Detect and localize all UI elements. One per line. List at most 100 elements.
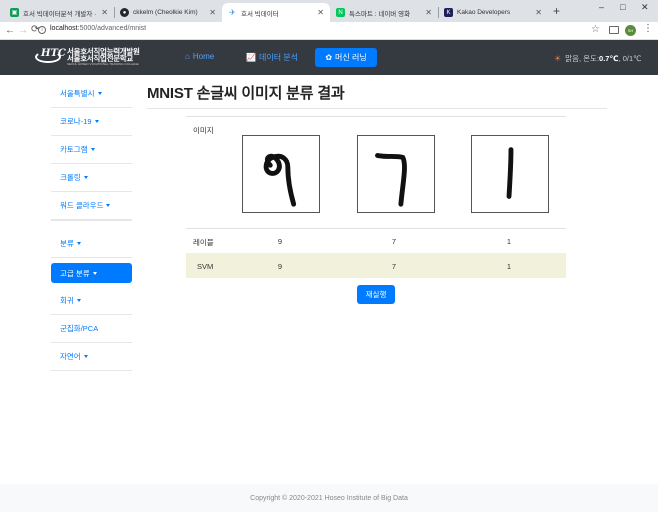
sidebar-item-label: 서울특별시 [60, 89, 95, 98]
close-tab-icon[interactable]: ✕ [101, 8, 108, 17]
close-tab-icon[interactable]: ✕ [425, 8, 432, 17]
caret-down-icon [76, 299, 81, 302]
address-bar: ← → ⟳ i localhost:5000/advanced/mnist ☆ … [0, 22, 658, 40]
svm-value: 1 [506, 262, 512, 271]
sidebar-item-label: 자연어 [60, 352, 81, 361]
maximize-icon[interactable]: □ [620, 2, 625, 12]
back-icon[interactable]: ← [5, 25, 15, 36]
rerun-button[interactable]: 재실행 [357, 285, 395, 304]
mnist-image-9 [242, 135, 320, 213]
sidebar-item[interactable]: 고급 분류 [51, 263, 132, 283]
minimize-icon[interactable]: – [599, 2, 604, 12]
nav-home-label: Home [192, 52, 215, 61]
sidebar-item-label: 코로나-19 [60, 117, 92, 126]
weather-temp: 0.7℃ [599, 54, 619, 63]
github-icon: ● [120, 8, 129, 17]
sidebar-item[interactable]: 분류 [51, 230, 132, 258]
naver-icon: N [336, 8, 345, 17]
sidebar-item-label: 고급 분류 [60, 268, 90, 278]
nav-home[interactable]: ⌂ Home [185, 52, 214, 61]
sun-icon: ☀ [554, 54, 562, 63]
caret-down-icon [106, 204, 111, 207]
close-tab-icon[interactable]: ✕ [209, 8, 216, 17]
browser-tab[interactable]: N 특스마트 : 네이버 영화 ✕ [330, 3, 438, 22]
sidebar-item-label: 군집화/PCA [60, 324, 99, 333]
sidebar-item[interactable]: 워드 클라우드 [51, 192, 132, 220]
url-field[interactable]: localhost:5000/advanced/mnist [50, 25, 146, 32]
sidebar-item-label: 크롤링 [60, 173, 81, 182]
sidebar-item[interactable]: 코로나-19 [51, 108, 132, 136]
label-value: 9 [277, 237, 283, 246]
caret-down-icon [90, 148, 95, 151]
browser-menu-icon[interactable]: ⋮ [643, 23, 653, 34]
nav-machine-learning-label: 머신 러닝 [335, 53, 367, 62]
forward-icon[interactable]: → [18, 25, 28, 36]
browser-tab-active[interactable]: ✈ 호서 빅데이터 ✕ [222, 3, 330, 22]
tab-title: 호서 빅데이터 [241, 10, 279, 18]
footer: Copyright © 2020-2021 Hoseo Institute of… [0, 484, 658, 512]
sidebar-item-label: 워드 클라우드 [60, 201, 104, 210]
profile-avatar[interactable]: SH [625, 25, 636, 36]
caret-down-icon [92, 271, 97, 275]
kakao-icon: K [444, 8, 453, 17]
label-value: 7 [391, 237, 397, 246]
logo-line-3: SEOUL HOSEO VOCATIONAL TRAINING COLLEGE [67, 62, 139, 67]
browser-tab[interactable]: ▣ 호서 빅데이터분석 개발자 · ✕ [4, 3, 114, 22]
home-icon: ⌂ [185, 52, 190, 61]
label-row-label: 레이블 [193, 238, 214, 247]
top-navbar: HTC 서울호서직업능력개발원 서울호서직업전문학교 SEOUL HOSEO V… [0, 40, 658, 75]
svm-value: 7 [391, 262, 397, 271]
tab-favicon-icon: ✈ [229, 8, 236, 17]
table-row-border [186, 228, 566, 229]
caret-down-icon [83, 355, 88, 358]
mnist-image-7 [357, 135, 435, 213]
label-value: 1 [506, 237, 512, 246]
sidebar-item[interactable]: 자연어 [51, 343, 132, 371]
tab-title: 특스마트 : 네이버 영화 [349, 10, 411, 18]
tab-favicon-icon: ▣ [10, 8, 19, 17]
tab-title: ckkelm (Cheolkie Kim) [133, 9, 198, 16]
caret-down-icon [76, 242, 81, 245]
table-top-border [186, 116, 566, 117]
extension-icon[interactable] [609, 26, 619, 34]
chart-line-icon: 📈 [246, 53, 256, 62]
sidebar-divider [51, 220, 132, 221]
nav-data-analysis[interactable]: 📈 데이터 분석 [246, 52, 298, 63]
caret-down-icon [97, 92, 102, 95]
svm-row-label: SVM [197, 262, 214, 271]
weather-widget: ☀ 맑음, 온도: 0.7℃, 0/1℃ [554, 53, 642, 64]
url-path: :5000/advanced/mnist [77, 25, 147, 32]
caret-down-icon [94, 120, 99, 123]
sidebar-item-label: 카토그램 [60, 145, 88, 154]
url-host: localhost [50, 25, 78, 32]
image-row-label: 이미지 [193, 126, 214, 135]
sidebar-item[interactable]: 군집화/PCA [51, 315, 132, 343]
close-tab-icon[interactable]: ✕ [535, 8, 542, 17]
mnist-image-1 [471, 135, 549, 213]
weather-range: , 0/1℃ [618, 54, 642, 63]
browser-tab[interactable]: K Kakao Developers ✕ [438, 3, 548, 22]
sidebar-item-label: 회귀 [60, 296, 74, 305]
caret-down-icon [83, 176, 88, 179]
svm-value: 9 [277, 262, 283, 271]
weather-prefix: 맑음, 온도: [565, 54, 600, 63]
nav-data-analysis-label: 데이터 분석 [258, 53, 298, 62]
close-tab-icon[interactable]: ✕ [317, 8, 324, 17]
sidebar-item[interactable]: 크롤링 [51, 164, 132, 192]
site-logo[interactable]: HTC 서울호서직업능력개발원 서울호서직업전문학교 SEOUL HOSEO V… [33, 45, 140, 69]
sidebar-item[interactable]: 회귀 [51, 287, 132, 315]
new-tab-icon[interactable]: + [553, 4, 560, 18]
page-title: MNIST 손글씨 이미지 분류 결과 [147, 85, 345, 102]
brain-icon: ✿ [325, 53, 333, 62]
browser-tab[interactable]: ● ckkelm (Cheolkie Kim) ✕ [114, 3, 222, 22]
title-divider [147, 108, 607, 109]
bookmark-star-icon[interactable]: ☆ [591, 24, 600, 35]
site-info-icon[interactable]: i [38, 26, 46, 34]
sidebar-item[interactable]: 서울특별시 [51, 80, 132, 108]
close-window-icon[interactable]: ✕ [641, 2, 649, 13]
browser-tab-bar: ▣ 호서 빅데이터분석 개발자 · ✕ ● ckkelm (Cheolkie K… [0, 0, 658, 22]
tab-title: 호서 빅데이터분석 개발자 · [23, 10, 97, 18]
nav-machine-learning[interactable]: ✿ 머신 러닝 [315, 48, 377, 67]
tab-title: Kakao Developers [457, 9, 511, 16]
sidebar-item[interactable]: 카토그램 [51, 136, 132, 164]
